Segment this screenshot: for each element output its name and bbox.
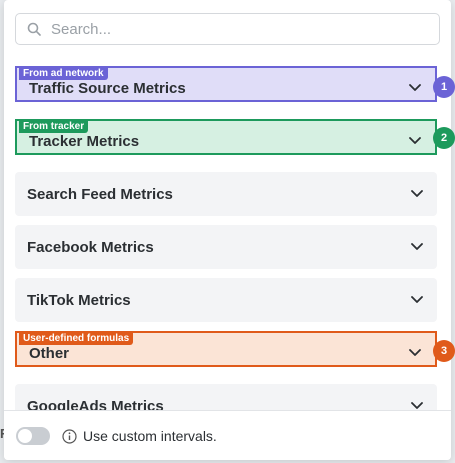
- info-icon[interactable]: [62, 428, 77, 444]
- search-input[interactable]: [49, 19, 413, 39]
- group-tracker-metrics[interactable]: From tracker Tracker Metrics: [15, 119, 437, 155]
- group-other[interactable]: User-defined formulas Other: [15, 331, 437, 367]
- chevron-down-icon: [411, 190, 423, 197]
- search-box[interactable]: [15, 13, 440, 45]
- step-badge: 2: [433, 127, 455, 149]
- group-tiktok-metrics[interactable]: TikTok Metrics: [15, 278, 437, 322]
- step-badge: 3: [433, 340, 455, 362]
- custom-intervals-label: Use custom intervals.: [83, 428, 217, 444]
- group-traffic-source-metrics[interactable]: From ad network Traffic Source Metrics: [15, 66, 437, 102]
- custom-intervals-toggle[interactable]: [16, 427, 50, 445]
- chevron-down-icon: [409, 84, 421, 91]
- search-icon: [27, 22, 41, 36]
- chevron-down-icon: [411, 402, 423, 409]
- group-label: Search Feed Metrics: [27, 185, 173, 203]
- chevron-down-icon: [411, 296, 423, 303]
- group-tag: From tracker: [19, 121, 89, 133]
- group-tag: From ad network: [19, 68, 108, 80]
- chevron-down-icon: [409, 137, 421, 144]
- chevron-down-icon: [409, 349, 421, 356]
- group-label: Other: [29, 344, 70, 362]
- panel-footer: Use custom intervals.: [4, 410, 451, 460]
- metrics-panel: From ad network Traffic Source Metrics F…: [4, 0, 451, 460]
- chevron-down-icon: [411, 243, 423, 250]
- group-label: Traffic Source Metrics: [29, 79, 186, 97]
- group-label: Facebook Metrics: [27, 238, 154, 256]
- step-badge: 1: [433, 76, 455, 98]
- group-label: TikTok Metrics: [27, 291, 131, 309]
- toggle-knob: [18, 429, 32, 443]
- group-search-feed-metrics[interactable]: Search Feed Metrics: [15, 172, 437, 216]
- group-facebook-metrics[interactable]: Facebook Metrics: [15, 225, 437, 269]
- group-tag: User-defined formulas: [19, 333, 134, 345]
- group-label: Tracker Metrics: [29, 132, 140, 150]
